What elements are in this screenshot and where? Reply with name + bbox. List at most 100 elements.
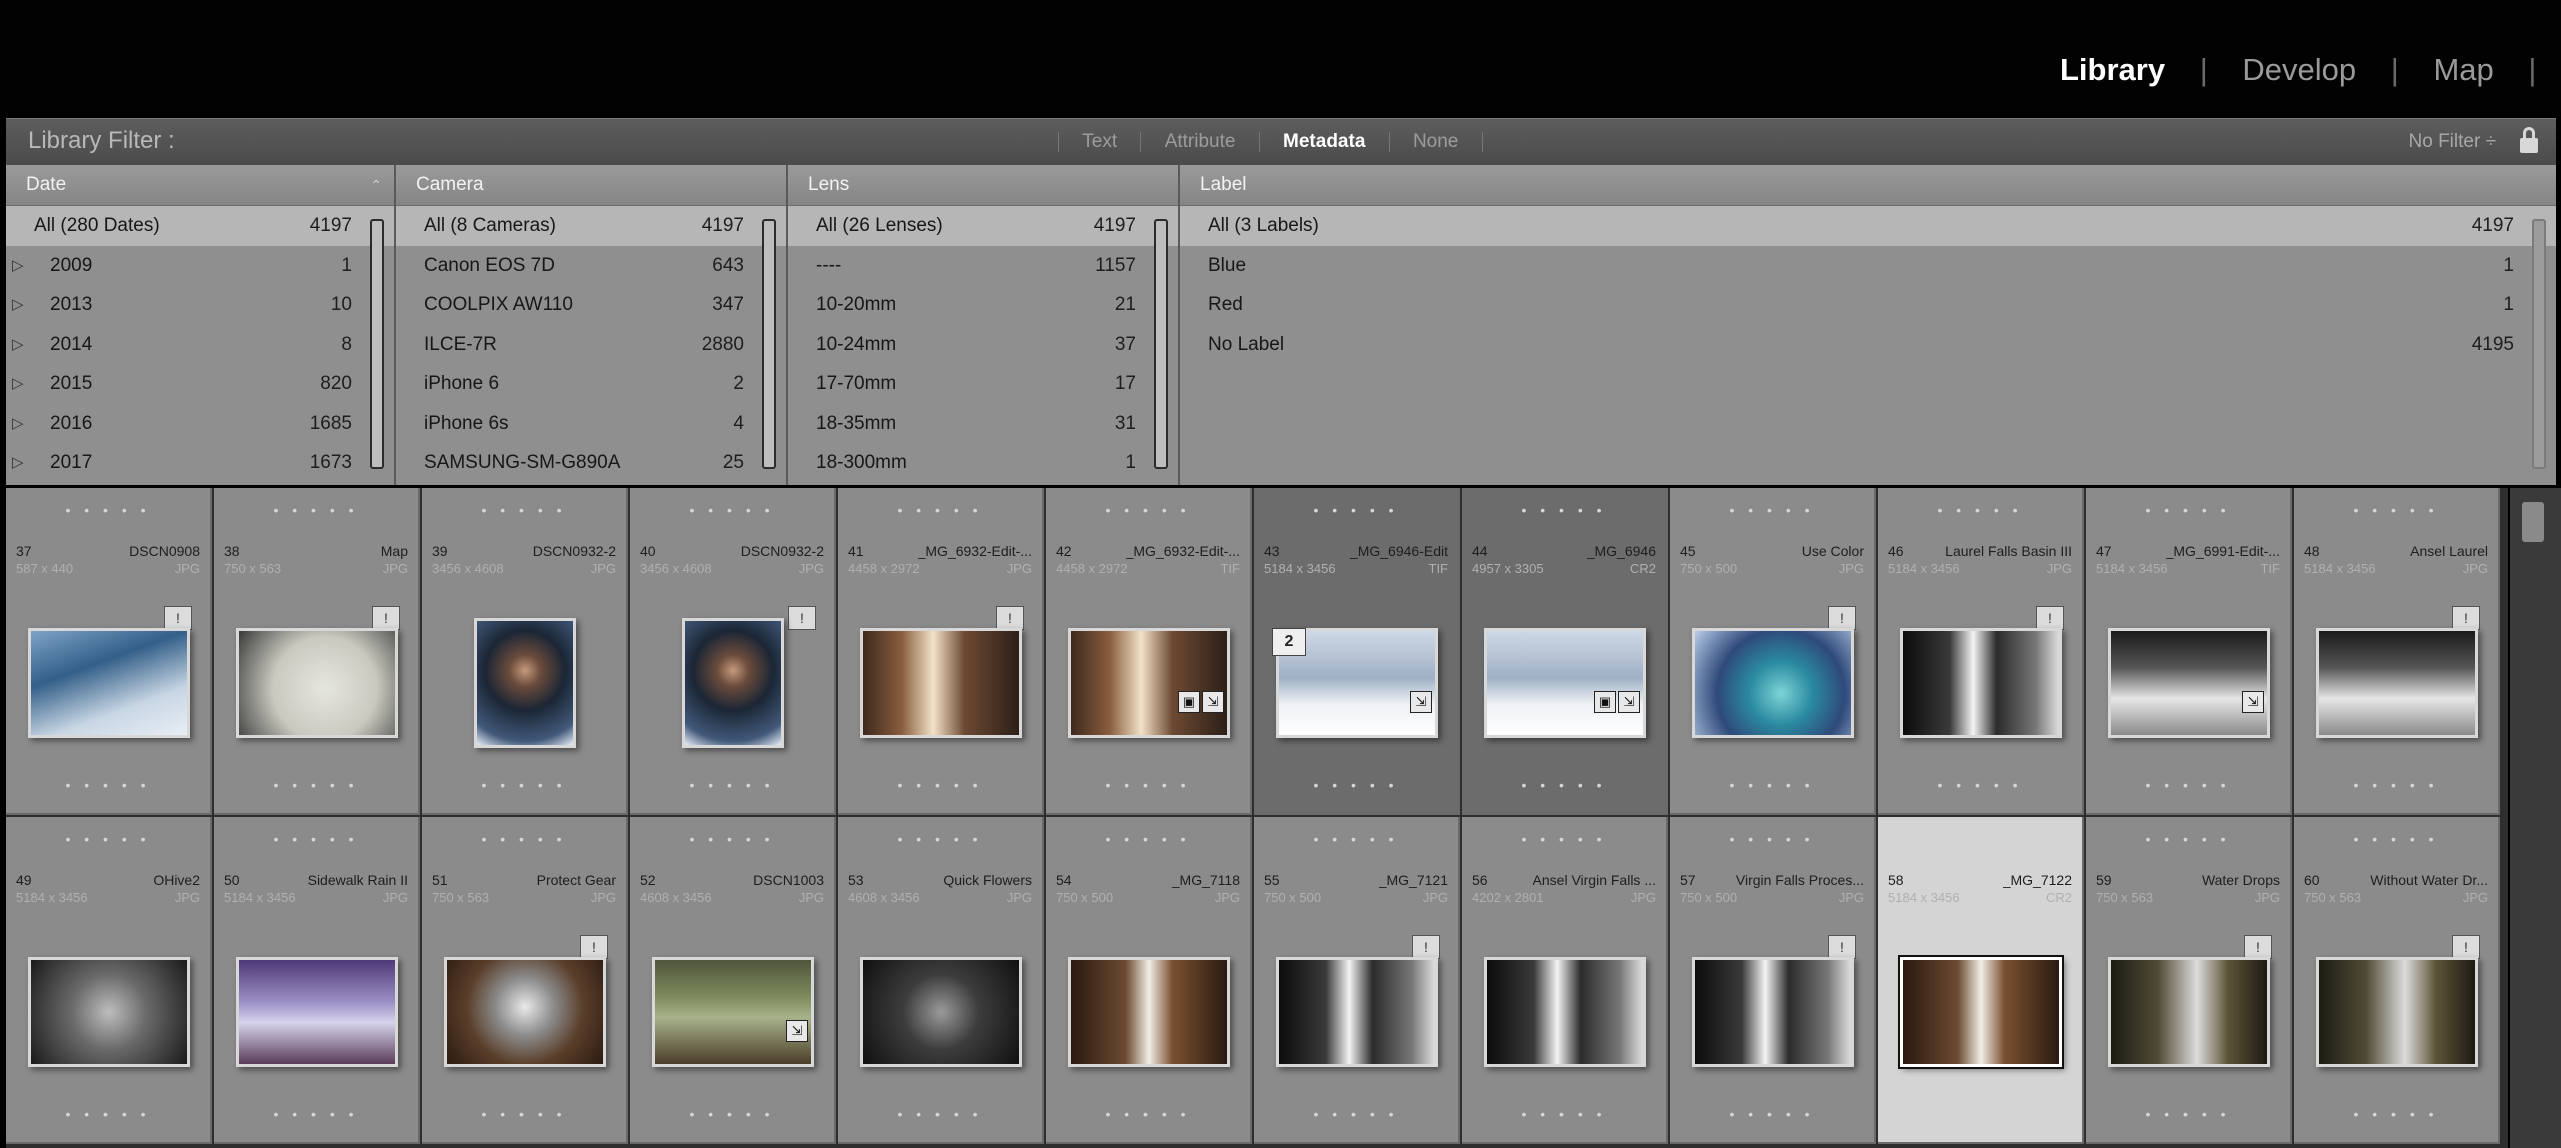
rating-dots[interactable]: • • • • • — [422, 777, 626, 793]
photo-thumbnail[interactable] — [1484, 957, 1646, 1067]
grid-cell[interactable]: • • • • • 51 Protect Gear 750 x 563 JPG! • • … — [422, 817, 628, 1144]
column-header-camera[interactable]: Camera — [396, 165, 786, 206]
column-header-lens[interactable]: Lens — [788, 165, 1178, 206]
disclosure-triangle-icon[interactable]: ▷ — [12, 285, 24, 325]
grid-cell[interactable]: • • • • • 53 Quick Flowers 4608 x 3456 JPG • … — [838, 817, 1044, 1144]
photo-thumbnail[interactable] — [2316, 628, 2478, 738]
photo-thumbnail[interactable] — [2316, 957, 2478, 1067]
rating-dots[interactable]: • • • • • — [2294, 777, 2498, 793]
rating-dots[interactable]: • • • • • — [1878, 502, 2082, 518]
metadata-badge-icon[interactable]: ! — [372, 606, 400, 630]
cropped-icon[interactable]: ▣ — [1594, 691, 1616, 713]
grid-cell[interactable]: • • • • • 47 _MG_6991-Edit-... 5184 x 3456 T… — [2086, 488, 2292, 815]
disclosure-triangle-icon[interactable]: ▷ — [12, 404, 24, 444]
module-library[interactable]: Library — [2060, 52, 2165, 88]
metadata-badge-icon[interactable]: ! — [1828, 935, 1856, 959]
photo-thumbnail[interactable] — [1484, 628, 1646, 738]
rating-dots[interactable]: • • • • • — [1670, 777, 1874, 793]
rating-dots[interactable]: • • • • • — [1878, 831, 2082, 847]
photo-thumbnail[interactable] — [1898, 955, 2064, 1069]
grid-cell[interactable]: • • • • • 52 DSCN1003 4608 x 3456 JPG ⇲ • • • … — [630, 817, 836, 1144]
photo-thumbnail[interactable] — [682, 618, 784, 748]
camera-row[interactable]: All (8 Cameras) 4197 — [396, 206, 786, 246]
column-header-date[interactable]: Date ⌃ — [6, 165, 394, 206]
photo-thumbnail[interactable] — [1276, 957, 1438, 1067]
rating-dots[interactable]: • • • • • — [2086, 502, 2290, 518]
module-map[interactable]: Map — [2433, 52, 2493, 88]
rating-dots[interactable]: • • • • • — [1670, 1106, 1874, 1122]
photo-thumbnail[interactable] — [28, 628, 190, 738]
photo-thumbnail[interactable] — [860, 957, 1022, 1067]
rating-dots[interactable]: • • • • • — [1670, 831, 1874, 847]
date-row[interactable]: ▷ 2009 1 — [6, 246, 394, 286]
rating-dots[interactable]: • • • • • — [1462, 1106, 1666, 1122]
grid-cell[interactable]: • • • • • 54 _MG_7118 750 x 500 JPG • • • • • — [1046, 817, 1252, 1144]
date-row[interactable]: ▷ 2015 820 — [6, 364, 394, 404]
grid-cell[interactable]: • • • • • 59 Water Drops 750 x 563 JPG! • • •… — [2086, 817, 2292, 1144]
metadata-badge-icon[interactable]: ! — [580, 935, 608, 959]
rating-dots[interactable]: • • • • • — [1462, 831, 1666, 847]
develop-adjusted-icon[interactable]: ⇲ — [2242, 691, 2264, 713]
lens-row[interactable]: 10-20mm 21 — [788, 285, 1178, 325]
rating-dots[interactable]: • • • • • — [1254, 777, 1458, 793]
rating-dots[interactable]: • • • • • — [214, 1106, 418, 1122]
column-scrollbar[interactable] — [762, 219, 776, 469]
grid-cell[interactable]: • • • • • 50 Sidewalk Rain II 5184 x 3456 JP… — [214, 817, 420, 1144]
grid-cell[interactable]: • • • • • 60 Without Water Dr... 750 x 563 J… — [2294, 817, 2500, 1144]
filter-preset-dropdown[interactable]: No Filter ÷ — [2409, 131, 2497, 153]
rating-dots[interactable]: • • • • • — [422, 502, 626, 518]
lens-row[interactable]: 10-24mm 37 — [788, 325, 1178, 365]
metadata-badge-icon[interactable]: ! — [164, 606, 192, 630]
metadata-badge-icon[interactable]: ! — [996, 606, 1024, 630]
rating-dots[interactable]: • • • • • — [838, 831, 1042, 847]
camera-row[interactable]: COOLPIX AW110 347 — [396, 285, 786, 325]
rating-dots[interactable]: • • • • • — [2086, 777, 2290, 793]
grid-cell[interactable]: • • • • • 49 OHive2 5184 x 3456 JPG • • • • • — [6, 817, 212, 1144]
rating-dots[interactable]: • • • • • — [838, 1106, 1042, 1122]
rating-dots[interactable]: • • • • • — [6, 1106, 210, 1122]
grid-scrollbar[interactable] — [2510, 488, 2561, 1148]
rating-dots[interactable]: • • • • • — [2294, 831, 2498, 847]
tab-attribute[interactable]: Attribute — [1159, 131, 1242, 153]
metadata-badge-icon[interactable]: ! — [2452, 606, 2480, 630]
column-scrollbar[interactable] — [370, 219, 384, 469]
metadata-badge-icon[interactable]: ! — [2244, 935, 2272, 959]
grid-cell[interactable]: • • • • • 39 DSCN0932-2 3456 x 4608 JPG • • •… — [422, 488, 628, 815]
module-develop[interactable]: Develop — [2242, 52, 2356, 88]
sort-icon[interactable]: ⌃ — [370, 165, 382, 205]
metadata-badge-icon[interactable]: ! — [1412, 935, 1440, 959]
lens-row[interactable]: 18-300mm 1 — [788, 443, 1178, 483]
label-row[interactable]: Red 1 — [1180, 285, 2556, 325]
disclosure-triangle-icon[interactable]: ▷ — [12, 246, 24, 286]
grid-cell[interactable]: • • • • • 45 Use Color 750 x 500 JPG! • • • •… — [1670, 488, 1876, 815]
lens-row[interactable]: ---- 1157 — [788, 246, 1178, 286]
column-scrollbar[interactable] — [1154, 219, 1168, 469]
rating-dots[interactable]: • • • • • — [630, 777, 834, 793]
develop-adjusted-icon[interactable]: ⇲ — [1202, 691, 1224, 713]
rating-dots[interactable]: • • • • • — [2294, 502, 2498, 518]
lens-row[interactable]: 17-70mm 17 — [788, 364, 1178, 404]
photo-thumbnail[interactable] — [1068, 957, 1230, 1067]
camera-row[interactable]: Canon EOS 7D 643 — [396, 246, 786, 286]
rating-dots[interactable]: • • • • • — [1670, 502, 1874, 518]
grid-cell[interactable]: • • • • • 48 Ansel Laurel 5184 x 3456 JPG! • … — [2294, 488, 2500, 815]
photo-thumbnail[interactable] — [28, 957, 190, 1067]
disclosure-triangle-icon[interactable]: ▷ — [12, 443, 24, 483]
grid-cell[interactable]: • • • • • 56 Ansel Virgin Falls ... 4202 x … — [1462, 817, 1668, 1144]
rating-dots[interactable]: • • • • • — [2294, 1106, 2498, 1122]
camera-row[interactable]: SAMSUNG-SM-G890A 25 — [396, 443, 786, 483]
date-row[interactable]: ▷ 2014 8 — [6, 325, 394, 365]
metadata-badge-icon[interactable]: ! — [2036, 606, 2064, 630]
cropped-icon[interactable]: ▣ — [1178, 691, 1200, 713]
metadata-badge-icon[interactable]: ! — [2452, 935, 2480, 959]
grid-cell[interactable]: • • • • • 58 _MG_7122 5184 x 3456 CR2 • • • •… — [1878, 817, 2084, 1144]
rating-dots[interactable]: • • • • • — [214, 502, 418, 518]
photo-thumbnail[interactable] — [860, 628, 1022, 738]
label-row[interactable]: Blue 1 — [1180, 246, 2556, 286]
tab-none[interactable]: None — [1407, 131, 1464, 153]
rating-dots[interactable]: • • • • • — [1046, 1106, 1250, 1122]
tab-metadata[interactable]: Metadata — [1277, 131, 1371, 153]
date-row[interactable]: ▷ 2017 1673 — [6, 443, 394, 483]
rating-dots[interactable]: • • • • • — [214, 831, 418, 847]
column-scrollbar[interactable] — [2532, 219, 2546, 469]
